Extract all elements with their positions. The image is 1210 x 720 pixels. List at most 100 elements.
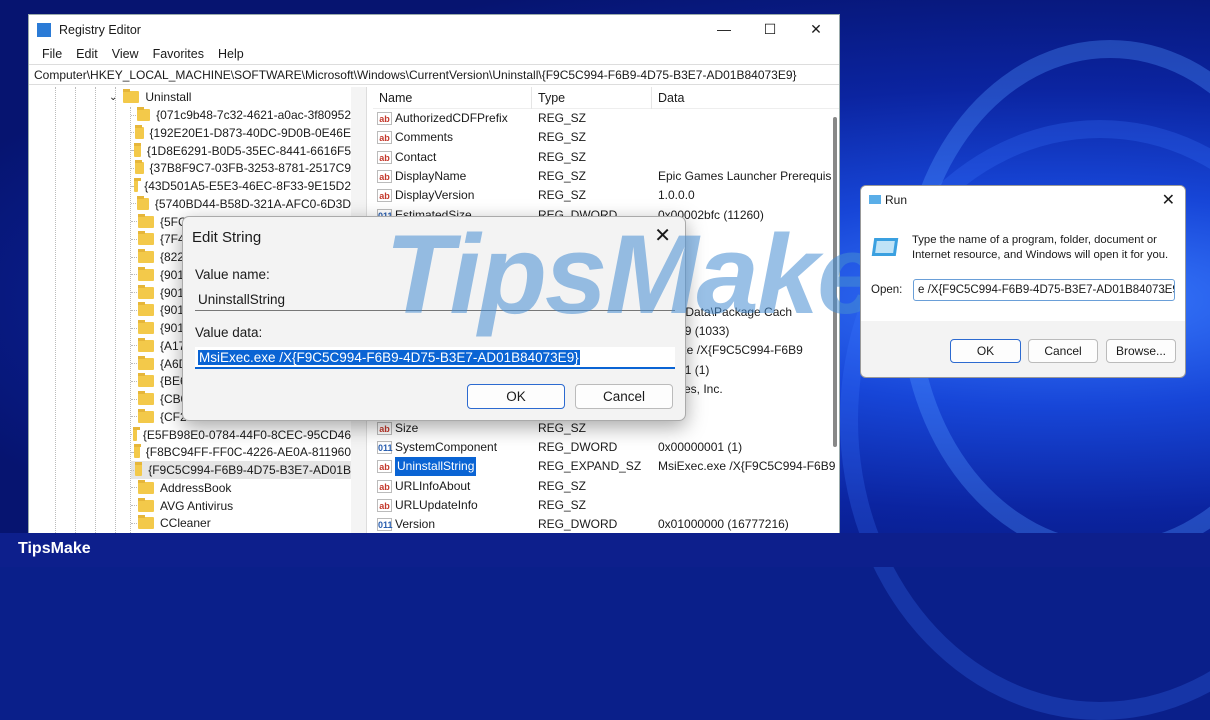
list-row[interactable]: ab URLInfoAbout REG_SZ xyxy=(373,477,825,496)
folder-icon xyxy=(134,462,143,476)
value-type: REG_EXPAND_SZ xyxy=(538,459,642,474)
menu-bar: File Edit View Favorites Help xyxy=(29,44,839,64)
address-bar[interactable]: Computer\HKEY_LOCAL_MACHINE\SOFTWARE\Mic… xyxy=(29,64,839,85)
column-type[interactable]: Type xyxy=(531,87,565,109)
string-value-icon: ab xyxy=(377,421,392,435)
tree-item[interactable]: {37B8F9C7-03FB-3253-8781-2517C9 xyxy=(131,159,351,177)
list-scrollbar[interactable] xyxy=(833,117,837,447)
folder-icon xyxy=(138,408,154,423)
dialog-close-icon[interactable]: ✕ xyxy=(654,223,671,248)
value-type: REG_SZ xyxy=(538,111,587,125)
value-name: Comments xyxy=(395,130,454,145)
menu-edit[interactable]: Edit xyxy=(69,44,105,64)
folder-icon xyxy=(136,107,151,121)
folder-icon xyxy=(138,515,154,530)
list-row[interactable]: ab UninstallString REG_EXPAND_SZ MsiExec.ex… xyxy=(373,457,835,477)
run-cancel-button[interactable]: Cancel xyxy=(1028,339,1098,363)
value-data: 1.0.0.0 xyxy=(658,188,695,203)
open-combobox[interactable]: e /X{F9C5C994-F6B9-4D75-B3E7-AD01B84073E… xyxy=(913,279,1175,301)
list-row[interactable]: ab DisplayVersion REG_SZ 1.0.0.0 xyxy=(373,186,825,205)
value-name: Contact xyxy=(395,149,437,164)
folder-icon xyxy=(138,302,154,317)
folder-icon xyxy=(138,266,154,281)
value-name: Version xyxy=(395,517,436,532)
menu-view[interactable]: View xyxy=(105,44,146,64)
list-row[interactable]: 011 SystemComponent REG_DWORD 0x00000001 (1… xyxy=(373,438,825,457)
value-type: REG_DWORD xyxy=(538,517,618,532)
list-row[interactable]: ab Contact REG_SZ xyxy=(373,148,825,167)
close-button[interactable]: ✕ xyxy=(793,21,839,38)
value-name-field[interactable]: UninstallString xyxy=(195,289,675,311)
list-row[interactable]: 011 Version REG_DWORD 0x01000000 (16777216) xyxy=(373,515,825,533)
title-bar: Registry Editor — ☐ ✕ xyxy=(29,15,839,44)
run-ok-button[interactable]: OK xyxy=(950,339,1021,363)
folder-icon xyxy=(135,160,144,175)
folder-icon xyxy=(138,231,154,246)
tree-item[interactable]: {1D8E6291-B0D5-35EC-8441-6616F5 xyxy=(131,142,351,160)
list-row[interactable]: ab URLUpdateInfo REG_SZ xyxy=(373,496,825,515)
value-type: REG_SZ xyxy=(538,188,587,203)
folder-icon xyxy=(138,479,154,494)
value-name-label: Value name: xyxy=(195,267,270,282)
value-type: REG_SZ xyxy=(538,478,587,493)
value-type: REG_SZ xyxy=(538,130,587,145)
list-row[interactable]: ab DisplayName REG_SZ Epic Games Launcher P… xyxy=(373,167,831,186)
minimize-button[interactable]: — xyxy=(701,21,747,38)
list-row[interactable]: ab AuthorizedCDFPrefix REG_SZ xyxy=(373,109,825,128)
folder-icon xyxy=(138,337,154,352)
site-banner: TipsMake xyxy=(0,533,1210,567)
run-close-icon[interactable]: ✕ xyxy=(1162,190,1175,210)
folder-icon xyxy=(138,213,154,228)
dialog-title: Edit String xyxy=(192,229,262,246)
menu-file[interactable]: File xyxy=(35,44,69,64)
chevron-down-icon[interactable]: ⌄ xyxy=(109,92,117,103)
folder-icon xyxy=(134,444,141,459)
value-data: Epic Games Launcher Prerequis xyxy=(658,169,832,184)
string-value-icon: ab xyxy=(377,479,392,493)
folder-icon xyxy=(136,195,149,210)
folder-icon xyxy=(135,124,144,139)
column-name[interactable]: Name xyxy=(373,87,412,109)
tree-item[interactable]: CCleaner xyxy=(131,514,351,532)
cancel-button[interactable]: Cancel xyxy=(575,384,673,409)
tree-item[interactable]: {F8BC94FF-FF0C-4226-AE0A-811960 xyxy=(131,443,351,461)
ok-button[interactable]: OK xyxy=(467,384,565,409)
tree-item[interactable]: {E5FB98E0-0784-44F0-8CEC-95CD46 xyxy=(131,426,351,444)
menu-favorites[interactable]: Favorites xyxy=(146,44,211,64)
value-type: REG_DWORD xyxy=(538,439,618,454)
tree-item[interactable]: AVG Antivirus xyxy=(131,497,351,515)
tree-item[interactable]: {43D501A5-E5E3-46EC-8F33-9E15D2 xyxy=(131,177,351,195)
tree-item[interactable]: {071c9b48-7c32-4621-a0ac-3f80952 xyxy=(131,106,351,124)
value-data-field[interactable]: MsiExec.exe /X{F9C5C994-F6B9-4D75-B3E7-A… xyxy=(195,347,675,369)
tree-item[interactable]: {192E20E1-D873-40DC-9D0B-0E46E xyxy=(131,124,351,142)
list-row[interactable]: ab Size REG_SZ xyxy=(373,419,825,438)
value-name: DisplayName xyxy=(395,169,467,184)
string-value-icon: ab xyxy=(377,460,392,474)
value-data: 0x01000000 (16777216) xyxy=(658,517,789,532)
window-title: Registry Editor xyxy=(59,22,141,37)
tree-item[interactable]: AddressBook xyxy=(131,479,351,497)
value-name: DisplayVersion xyxy=(395,188,475,203)
string-value-icon: ab xyxy=(377,499,392,512)
list-header: Name Type Data xyxy=(373,87,839,109)
value-name: Size xyxy=(395,420,419,435)
folder-icon xyxy=(138,249,154,263)
tree-item[interactable]: {F9C5C994-F6B9-4D75-B3E7-AD01B xyxy=(131,461,351,479)
menu-help[interactable]: Help xyxy=(211,44,251,64)
chevron-down-icon[interactable]: ⌄ xyxy=(1159,280,1169,300)
maximize-button[interactable]: ☐ xyxy=(747,21,793,38)
tree-item[interactable]: {5740BD44-B58D-321A-AFC0-6D3D xyxy=(131,195,351,213)
string-value-icon: ab xyxy=(377,112,392,125)
column-data[interactable]: Data xyxy=(651,87,684,109)
edit-string-dialog: Edit String ✕ Value name: UninstallStrin… xyxy=(182,216,686,421)
value-type: REG_SZ xyxy=(538,169,587,184)
run-title: Run xyxy=(885,193,908,207)
folder-icon xyxy=(138,497,154,512)
folder-icon xyxy=(138,320,154,334)
run-browse-button[interactable]: Browse... xyxy=(1106,339,1176,363)
list-row[interactable]: ab Comments REG_SZ xyxy=(373,128,825,147)
tree-item-uninstall[interactable]: ⌄ Uninstall xyxy=(109,88,191,106)
folder-icon xyxy=(133,426,140,441)
folder-icon xyxy=(138,373,154,388)
folder-icon xyxy=(134,142,142,157)
